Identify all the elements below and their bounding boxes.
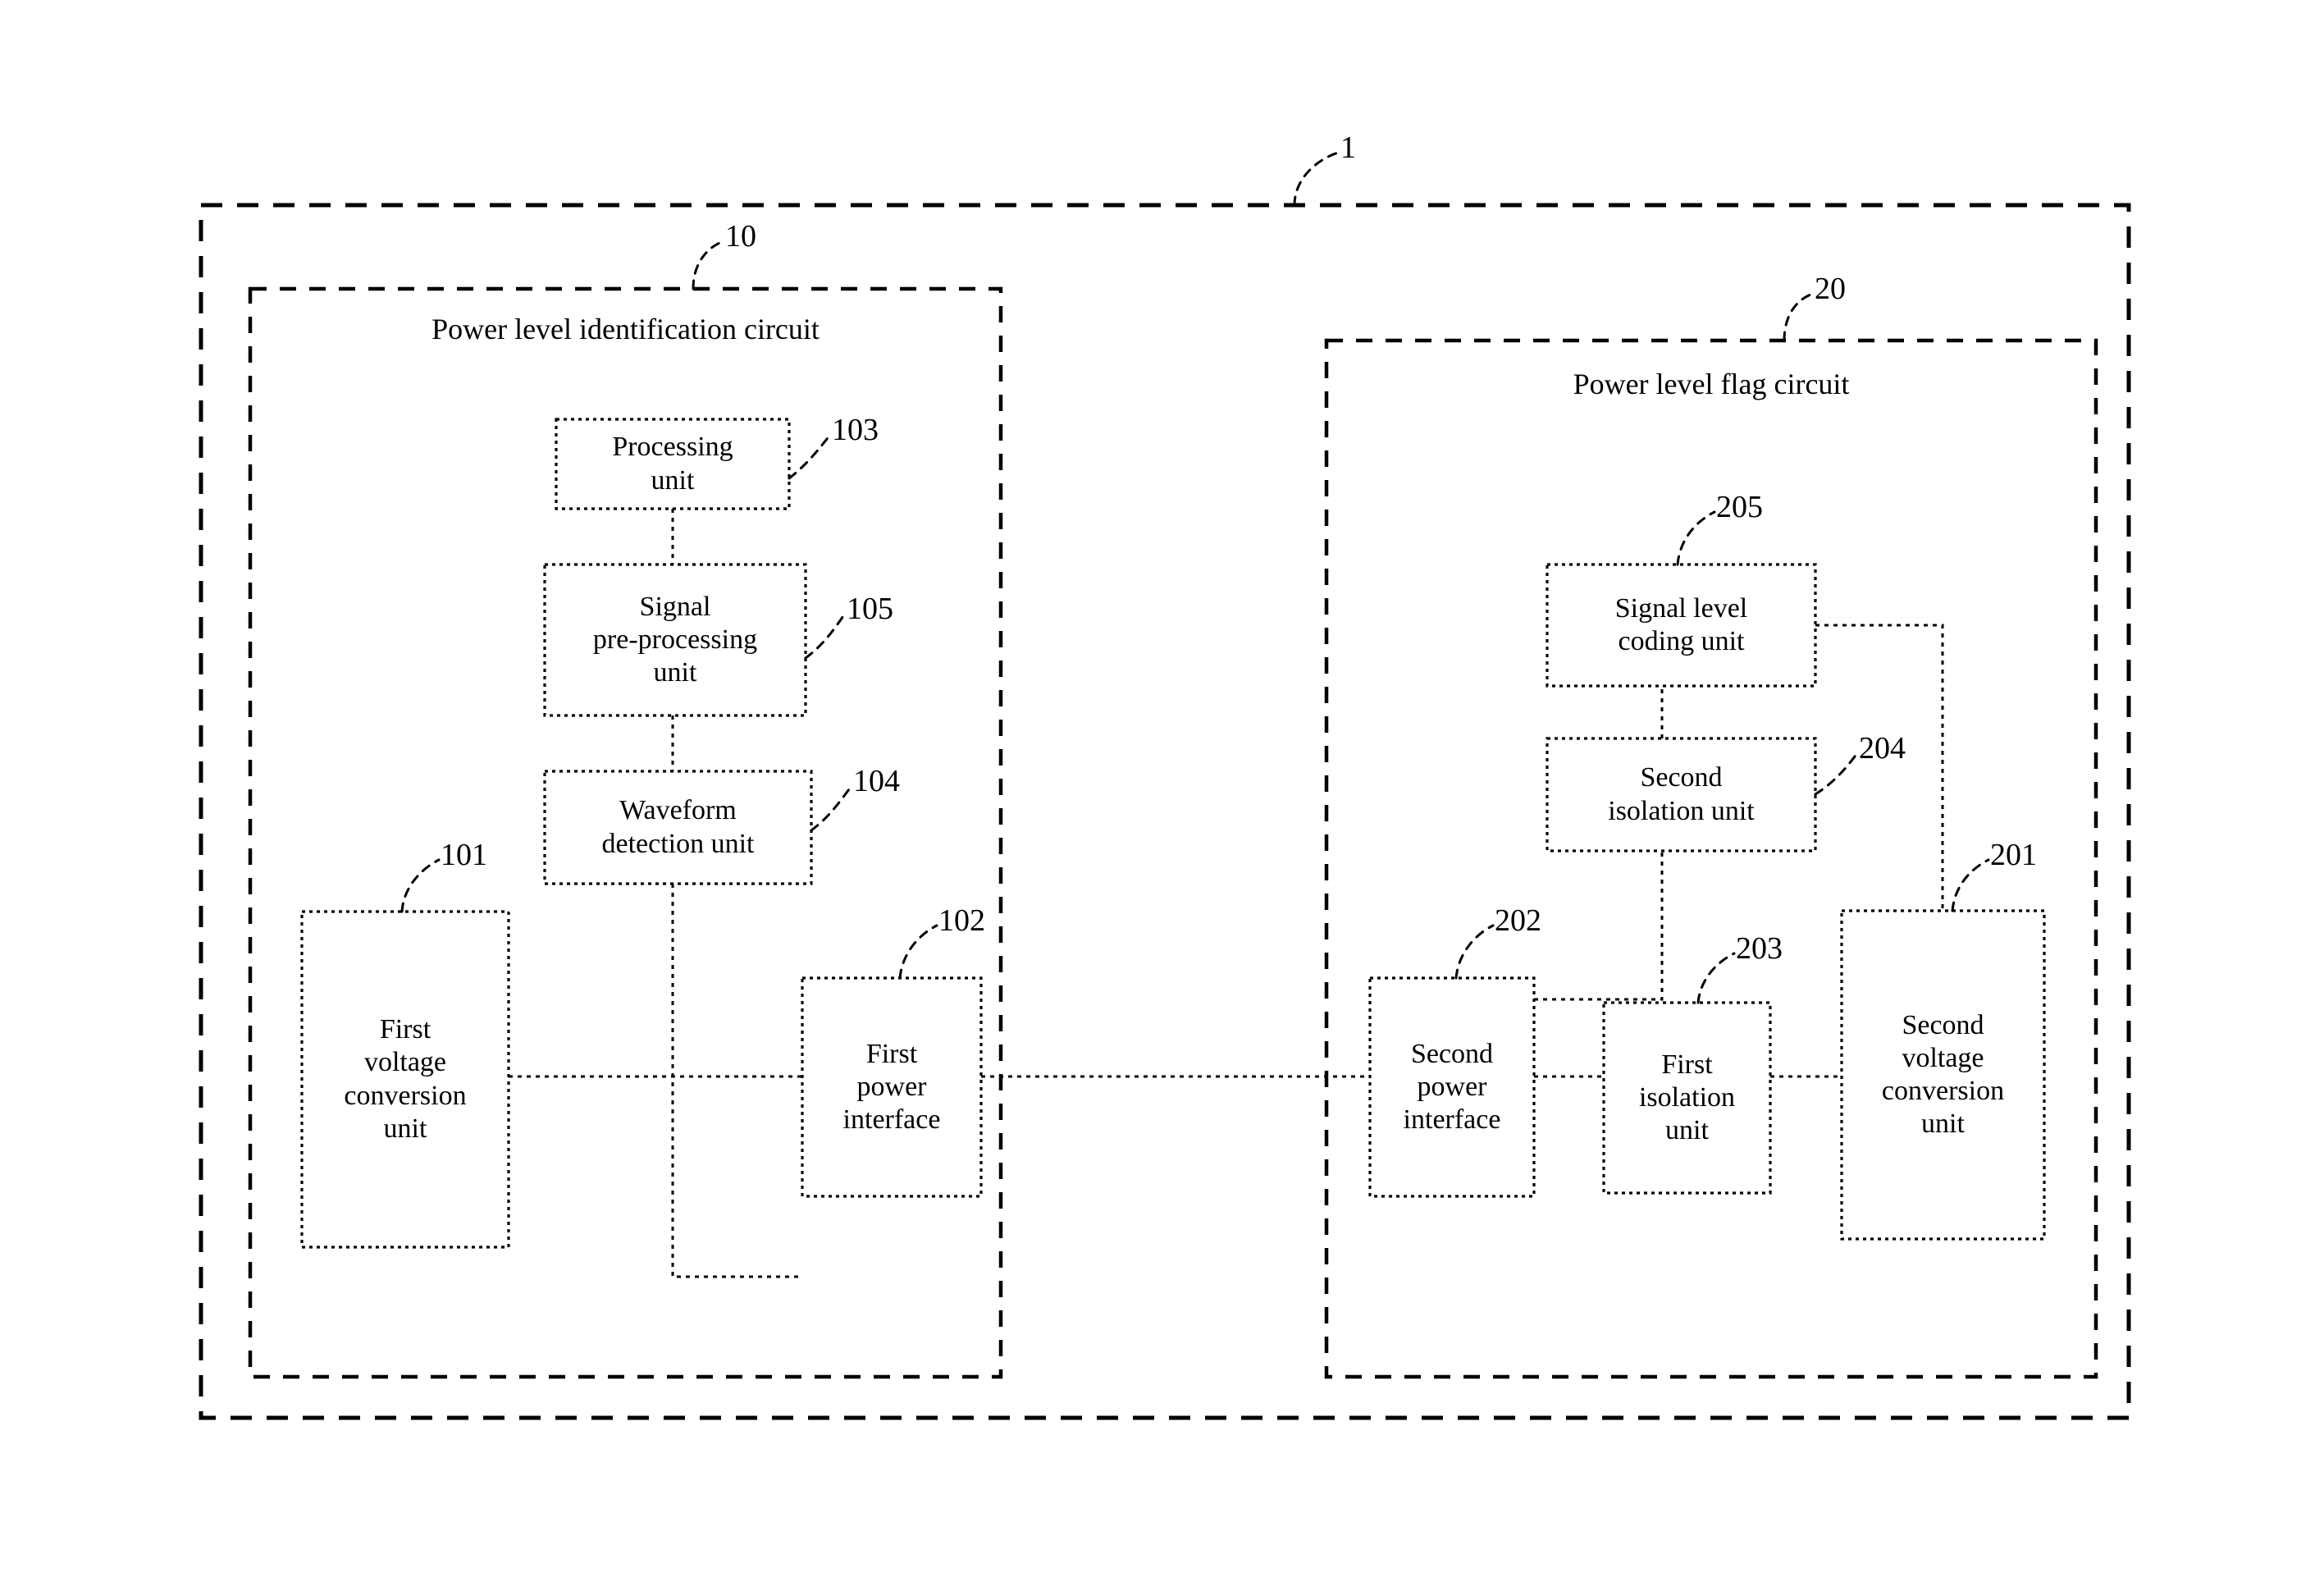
ref-numeral-201: 201 (1990, 838, 2037, 872)
diagram-vector-layer (199, 151, 2131, 1420)
ref-numeral-202: 202 (1495, 903, 1541, 938)
leader-line-ref-10 (692, 240, 725, 290)
connector-second-power-interface-to-second-isolation-unit (1534, 851, 1664, 1001)
block-label-second-voltage-conversion-unit: Second voltage conversion unit (1881, 1009, 2005, 1140)
connector-signal-level-coding-unit-to-second-voltage-conversion-unit (1815, 624, 1944, 911)
leader-line-ref-202 (1454, 924, 1495, 980)
ref-numeral-103: 103 (832, 413, 879, 447)
block-label-second-isolation-unit: Second isolation unit (1608, 762, 1755, 826)
ref-numeral-20: 20 (1815, 272, 1846, 306)
block-label-first-isolation-unit: First isolation unit (1638, 1049, 1736, 1146)
leader-line-ref-201 (1951, 858, 1990, 912)
ref-numeral-102: 102 (938, 903, 985, 938)
ref-numeral-203: 203 (1736, 931, 1783, 966)
leader-line-ref-204 (1814, 752, 1859, 796)
ref-numeral-101: 101 (441, 838, 487, 872)
block-label-processing-unit: Processing unit (612, 432, 733, 496)
block-label-first-power-interface: First power interface (842, 1038, 941, 1136)
leader-line-ref-1 (1293, 151, 1340, 207)
block-label-second-power-interface: Second power interface (1403, 1038, 1501, 1136)
leader-line-ref-101 (400, 858, 441, 913)
block-label-first-voltage-conversion-unit: First voltage conversion unit (344, 1014, 467, 1144)
figure-canvas: Power level identification circuit Power… (0, 0, 2324, 1577)
block-label-signal-pre-processing-unit: Signal pre-processing unit (592, 591, 758, 688)
leader-line-ref-20 (1783, 292, 1815, 342)
group-title-power-level-identification-circuit: Power level identification circuit (431, 313, 820, 345)
leader-line-ref-105 (804, 612, 847, 660)
leader-line-ref-104 (810, 784, 853, 832)
leader-line-ref-103 (788, 433, 832, 480)
leader-line-ref-203 (1696, 952, 1736, 1004)
connector-waveform-detection-to-first-power-interface (671, 884, 802, 1278)
ref-numeral-10: 10 (725, 219, 756, 254)
leader-line-ref-102 (898, 924, 938, 980)
group-title-power-level-flag-circuit: Power level flag circuit (1573, 368, 1850, 400)
ref-numeral-205: 205 (1716, 490, 1763, 524)
ref-numeral-105: 105 (847, 592, 893, 626)
ref-numeral-104: 104 (853, 764, 900, 798)
block-label-signal-level-coding-unit: Signal level coding unit (1614, 592, 1748, 656)
block-label-waveform-detection-unit: Waveform detection unit (601, 795, 755, 859)
ref-numeral-204: 204 (1859, 731, 1906, 766)
leader-line-ref-205 (1676, 510, 1716, 566)
ref-numeral-1: 1 (1340, 130, 1356, 165)
